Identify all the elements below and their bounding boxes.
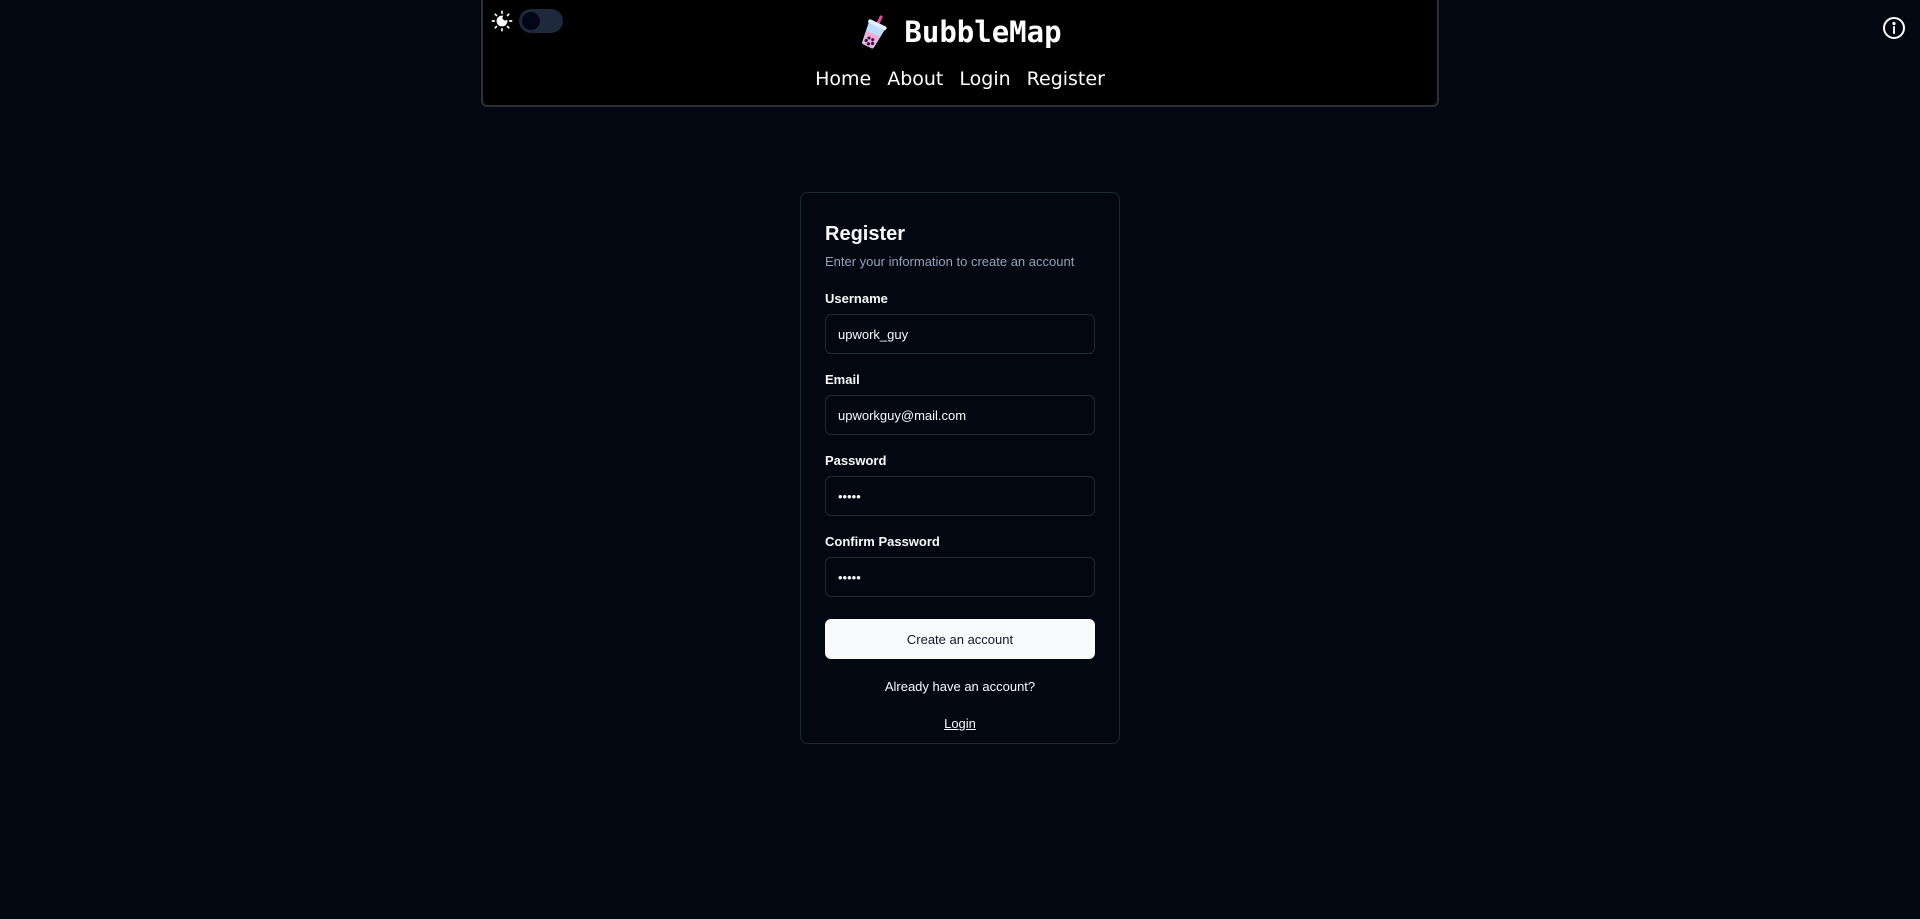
confirm-password-field-group: Confirm Password: [825, 534, 1095, 597]
username-field-group: Username: [825, 291, 1095, 354]
bubble-tea-icon: [862, 15, 888, 49]
card-description: Enter your information to create an acco…: [825, 254, 1075, 269]
nav-home[interactable]: Home: [815, 68, 871, 90]
email-input[interactable]: [825, 395, 1095, 435]
nav-register[interactable]: Register: [1027, 68, 1105, 90]
password-input[interactable]: [825, 476, 1095, 516]
password-label: Password: [825, 453, 887, 468]
username-label: Username: [825, 291, 888, 306]
have-account-text: Already have an account?: [884, 679, 1036, 694]
create-account-button[interactable]: Create an account: [825, 619, 1095, 659]
register-card: Register Enter your information to creat…: [800, 192, 1120, 744]
username-input[interactable]: [825, 314, 1095, 354]
nav-about[interactable]: About: [887, 68, 943, 90]
brand-name: BubbleMap: [904, 15, 1062, 49]
main-nav: Home About Login Register: [483, 68, 1437, 90]
email-field-group: Email: [825, 372, 1095, 435]
card-title: Register: [825, 223, 906, 245]
email-label: Email: [825, 372, 860, 387]
confirm-password-input[interactable]: [825, 557, 1095, 597]
password-field-group: Password: [825, 453, 1095, 516]
brand[interactable]: BubbleMap: [483, 14, 1437, 50]
nav-login[interactable]: Login: [959, 68, 1010, 90]
site-header: BubbleMap Home About Login Register: [481, 0, 1439, 107]
login-link[interactable]: Login: [825, 716, 1095, 731]
confirm-password-label: Confirm Password: [825, 534, 940, 549]
info-icon[interactable]: [1882, 16, 1906, 40]
